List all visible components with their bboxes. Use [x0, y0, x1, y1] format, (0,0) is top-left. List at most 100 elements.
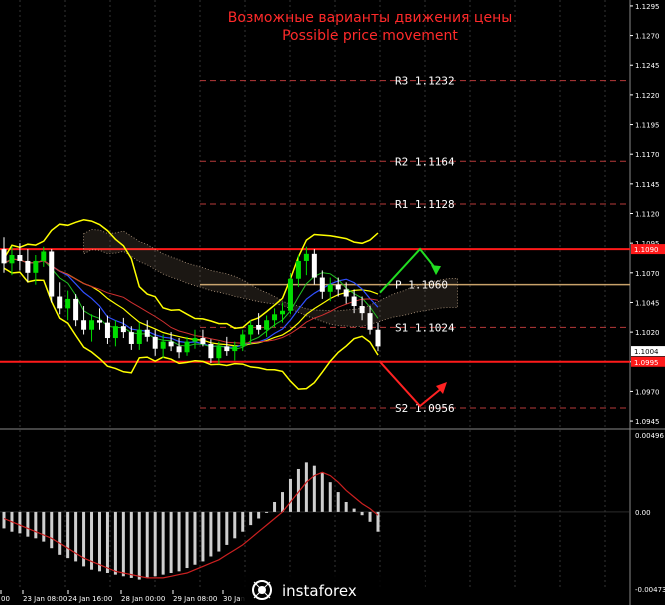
time-label: 28 Jan 00:00 — [121, 595, 165, 603]
candle-body — [280, 310, 286, 315]
price-tick-label: 1.1045 — [635, 299, 660, 307]
price-tick-label: 1.1195 — [635, 122, 660, 130]
candle-body — [112, 326, 118, 339]
osc-tick-label: -0.00473 — [635, 586, 665, 594]
price-tick-label: 1.0970 — [635, 388, 660, 396]
osc-bar — [273, 501, 277, 512]
candle-body — [375, 329, 381, 347]
osc-bar — [281, 492, 285, 512]
candle-body — [57, 296, 63, 309]
osc-bar — [241, 511, 245, 532]
osc-bar — [105, 511, 109, 573]
osc-bar — [201, 511, 205, 562]
osc-bar — [145, 511, 149, 578]
price-tick-label: 1.1020 — [635, 329, 660, 337]
candle-body — [208, 343, 214, 359]
osc-bar — [50, 511, 54, 549]
candle-body — [351, 296, 357, 307]
osc-bar — [336, 492, 340, 512]
osc-bar — [169, 511, 173, 573]
price-tick-label: 1.1145 — [635, 181, 660, 189]
osc-bar — [233, 511, 237, 539]
osc-bar — [209, 511, 213, 557]
candle-body — [25, 260, 31, 273]
candle-body — [216, 346, 222, 359]
candle-body — [192, 338, 198, 342]
osc-bar — [26, 511, 30, 537]
candle-body — [295, 260, 301, 279]
candle-body — [303, 253, 309, 261]
price-tick-label: 1.0945 — [635, 418, 660, 426]
candle-body — [104, 322, 110, 339]
candle-body — [335, 284, 341, 290]
level-label-r3: R3 1.1232 — [395, 75, 455, 88]
osc-bar — [58, 511, 62, 555]
candle-body — [89, 320, 95, 330]
candle-body — [319, 277, 325, 292]
level-label-s2: S2 1.0956 — [395, 402, 455, 415]
osc-bar — [352, 508, 356, 512]
osc-bar — [265, 511, 269, 513]
candle-body — [17, 255, 23, 261]
candle-body — [240, 334, 246, 347]
osc-bar — [2, 511, 6, 529]
osc-tick-label: 0.00 — [635, 509, 651, 517]
time-label: 29 Jan 08:00 — [173, 595, 217, 603]
osc-bar — [249, 511, 253, 526]
osc-bar — [113, 511, 117, 575]
candle-body — [176, 346, 182, 353]
price-chart[interactable]: R3 1.1232R2 1.1164R1 1.1128P 1.1060S1 1.… — [0, 0, 665, 605]
osc-bar — [161, 511, 165, 575]
candle-body — [33, 260, 39, 273]
level-label-s1: S1 1.1024 — [395, 321, 455, 334]
candle-body — [1, 249, 7, 264]
candle-body — [144, 329, 150, 337]
candle-body — [73, 298, 79, 321]
level-label-r1: R1 1.1128 — [395, 198, 455, 211]
instaforex-logo: instaforex — [240, 574, 425, 605]
candle-body — [224, 346, 230, 352]
candle-body — [327, 284, 333, 292]
chart-title-ru: Возможные варианты движения цены — [228, 10, 513, 26]
osc-bar — [312, 465, 316, 512]
osc-bar — [97, 511, 101, 572]
osc-bar — [344, 501, 348, 512]
level-label-r2: R2 1.1164 — [395, 155, 455, 168]
osc-bar — [360, 511, 364, 516]
candle-body — [184, 341, 190, 353]
osc-bar — [66, 511, 70, 559]
candle-body — [168, 341, 174, 347]
candle-body — [65, 298, 71, 309]
osc-tick-label: 0.00496 — [635, 432, 664, 440]
chart-title-en: Possible price movement — [282, 28, 458, 44]
candle-body — [128, 332, 134, 344]
candle-body — [264, 320, 270, 330]
candle-body — [311, 253, 317, 278]
osc-bar — [185, 511, 189, 569]
osc-bar — [137, 511, 141, 580]
current-price-tag: 1.1004 — [634, 348, 659, 356]
time-label: 24 Jan 16:00 — [68, 595, 112, 603]
chart-root: R3 1.1232 R2 1.1164 R1 1.1128 P 1.1060 S1 1.… — [0, 0, 665, 605]
candle-body — [41, 251, 47, 261]
candle-body — [287, 278, 293, 311]
candle-body — [200, 338, 206, 344]
osc-bar — [304, 462, 308, 512]
price-tick-label: 1.1120 — [635, 211, 660, 219]
price-tick-label: 1.1295 — [635, 3, 660, 11]
price-tick-label: 1.1270 — [635, 33, 660, 41]
osc-bar — [328, 482, 332, 512]
candle-body — [96, 320, 102, 323]
price-tick-label: 1.1245 — [635, 62, 660, 70]
candle-body — [248, 324, 254, 335]
logo-text: instaforex — [282, 582, 357, 600]
candle-body — [343, 289, 349, 297]
osc-bar — [129, 511, 133, 578]
candle-body — [136, 329, 142, 344]
price-tick-label: 1.1220 — [635, 92, 660, 100]
candle-body — [367, 313, 373, 330]
osc-bar — [288, 478, 292, 512]
candle-body — [49, 251, 55, 297]
candle-body — [359, 306, 365, 314]
osc-bar — [34, 511, 38, 539]
